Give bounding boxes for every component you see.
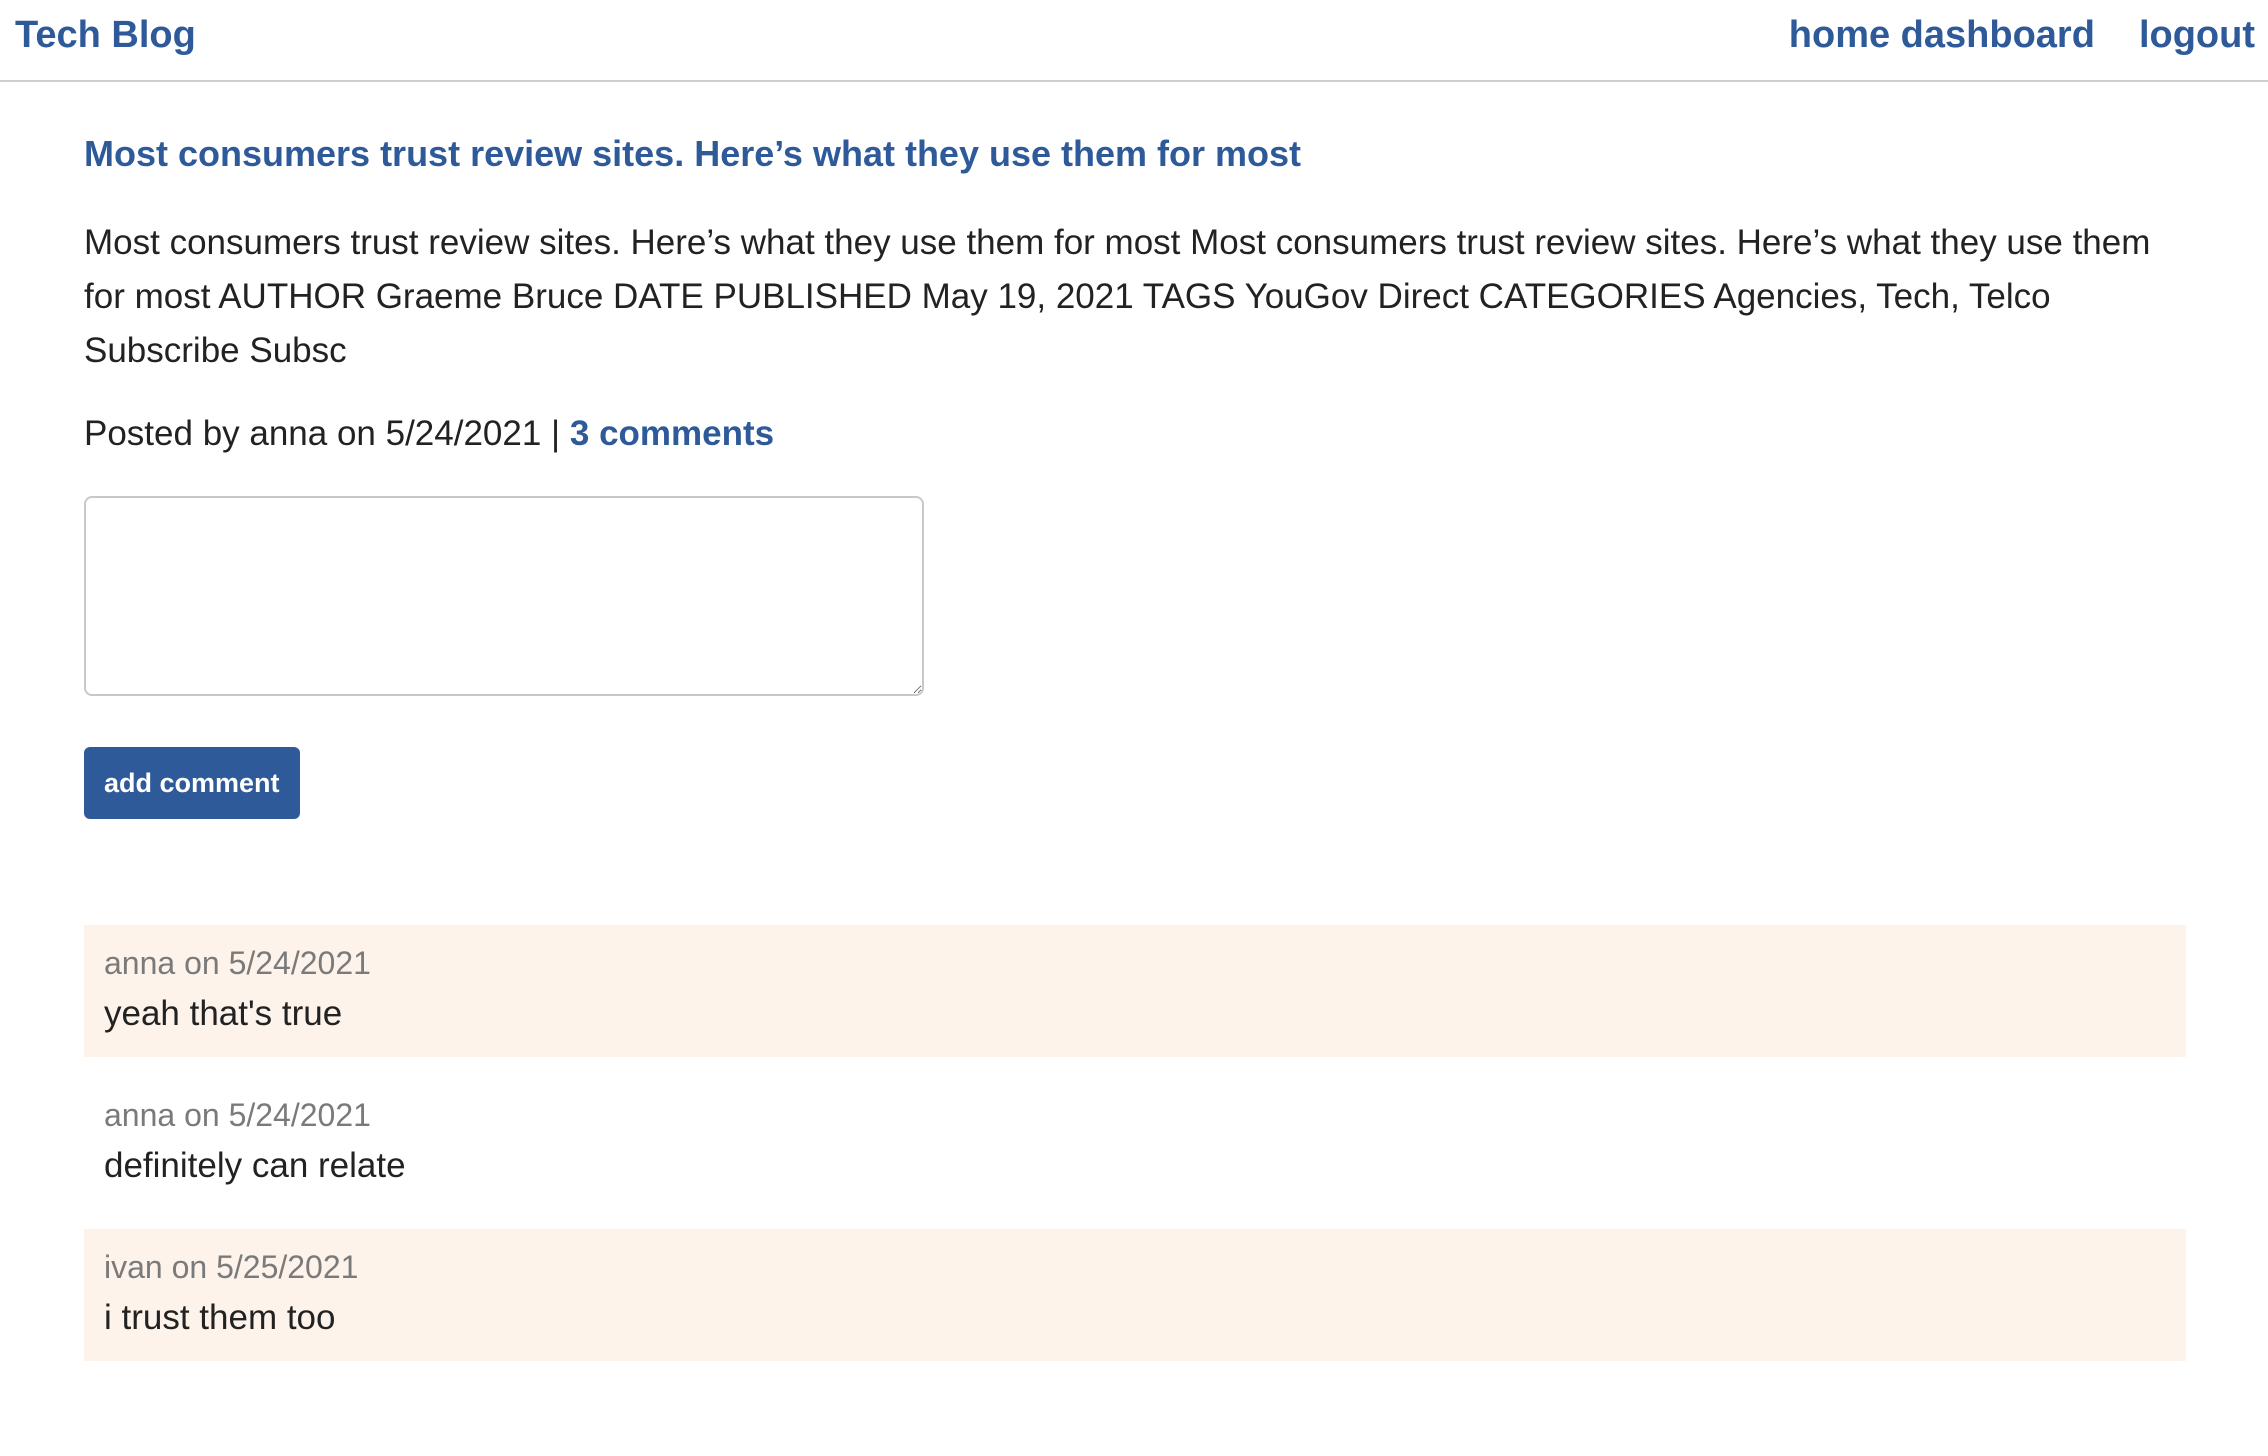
nav-logout-link[interactable]: logout — [2139, 14, 2255, 57]
comment-text: definitely can relate — [104, 1146, 406, 1185]
main-content: Most consumers trust review sites. Here’… — [84, 82, 2186, 1381]
post-meta-text: Posted by anna on 5/24/2021 | — [84, 414, 570, 453]
comment-item: ivan on 5/25/2021 i trust them too — [84, 1229, 2186, 1361]
comment-meta: anna on 5/24/2021 — [104, 945, 371, 981]
add-comment-button[interactable]: add comment — [84, 747, 300, 819]
post: Most consumers trust review sites. Here’… — [84, 132, 2186, 456]
nav-home-dashboard-link[interactable]: home dashboard — [1789, 14, 2095, 57]
site-header: Tech Blog home dashboard logout — [0, 0, 2268, 82]
comment-item: anna on 5/24/2021 definitely can relate — [84, 1077, 2186, 1209]
comment-meta: anna on 5/24/2021 — [104, 1097, 371, 1133]
comment-textarea[interactable] — [84, 496, 924, 696]
comment-text: yeah that's true — [104, 994, 343, 1033]
brand-link[interactable]: Tech Blog — [15, 14, 196, 57]
comment-text: i trust them too — [104, 1298, 336, 1337]
comment-form: add comment — [84, 496, 2186, 819]
post-title: Most consumers trust review sites. Here’… — [84, 133, 1302, 174]
comment-item: anna on 5/24/2021 yeah that's true — [84, 925, 2186, 1057]
top-nav: home dashboard logout — [1789, 14, 2255, 57]
post-body: Most consumers trust review sites. Here’… — [84, 223, 2151, 370]
post-meta: Posted by anna on 5/24/2021 | 3 comments — [84, 412, 2186, 456]
comments-list: anna on 5/24/2021 yeah that's true anna … — [84, 925, 2186, 1361]
comment-meta: ivan on 5/25/2021 — [104, 1249, 359, 1285]
comments-count-link[interactable]: 3 comments — [570, 414, 774, 453]
